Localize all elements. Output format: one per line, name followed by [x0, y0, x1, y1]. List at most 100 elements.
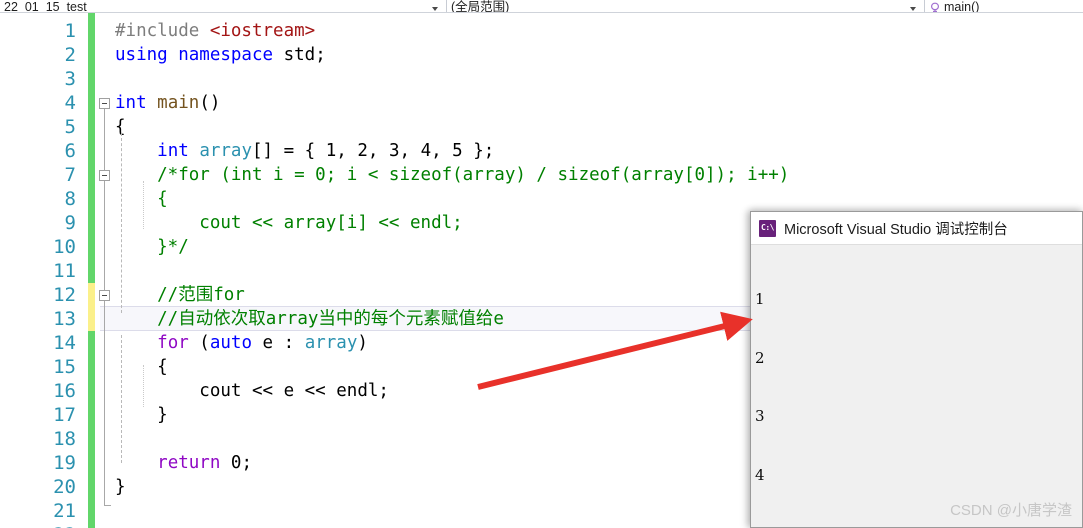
code-token: //自动依次取array当中的每个元素赋值给e	[115, 309, 504, 329]
code-line-19: return 0;	[115, 451, 252, 475]
code-token: #include	[115, 21, 210, 41]
console-output-line: 1	[755, 290, 765, 308]
fold-toggle-main[interactable]	[99, 98, 110, 109]
code-line-12: //范围for	[115, 283, 245, 307]
change-indicator-bar	[88, 13, 95, 528]
line-number: 1	[64, 20, 76, 42]
line-number: 6	[64, 140, 76, 162]
code-token: ;	[315, 45, 326, 65]
console-output-line: 5	[755, 524, 1082, 527]
code-line-4: int main()	[115, 91, 220, 115]
code-token: cout << array[i] << endl;	[115, 213, 463, 233]
line-number: 15	[53, 356, 76, 378]
chevron-down-icon[interactable]	[910, 7, 916, 11]
code-token: }	[115, 405, 168, 425]
code-token: cout << e << endl;	[115, 381, 389, 401]
block-structure-guide	[121, 335, 122, 463]
line-number: 8	[64, 188, 76, 210]
line-number: 12	[53, 284, 76, 306]
editor-navigation-bar: 22_01_15_test (全局范围) main()	[0, 0, 1083, 13]
line-number: 13	[53, 308, 76, 330]
code-token: main	[157, 93, 200, 113]
code-token: }*/	[115, 237, 189, 257]
line-number: 10	[53, 236, 76, 258]
debug-console-window[interactable]: C:\ Microsoft Visual Studio 调试控制台 1 2 3 …	[750, 211, 1083, 528]
line-number: 20	[53, 476, 76, 498]
chevron-down-icon[interactable]	[432, 7, 438, 11]
visual-studio-screenshot: 22_01_15_test (全局范围) main() 1 2 3 4 5 6 …	[0, 0, 1083, 528]
code-token: )	[357, 333, 368, 353]
code-line-17: }	[115, 403, 168, 427]
code-line-16: cout << e << endl;	[115, 379, 389, 403]
code-line-14: for (auto e : array)	[115, 331, 368, 355]
line-number: 18	[53, 428, 76, 450]
project-selector-dropdown[interactable]: 22_01_15_test	[0, 0, 447, 13]
fold-guide-line	[104, 109, 105, 505]
code-token: int	[115, 93, 147, 113]
indent-guide	[143, 365, 144, 407]
console-output-line: 2	[755, 348, 765, 367]
line-number: 3	[64, 68, 76, 90]
line-number: 17	[53, 404, 76, 426]
code-token: return	[157, 453, 221, 473]
scope-selector-label: (全局范围)	[451, 0, 510, 13]
fold-guide-end	[104, 505, 111, 506]
console-app-icon: C:\	[759, 219, 776, 237]
project-selector-label: 22_01_15_test	[4, 0, 87, 13]
code-token: for	[157, 333, 189, 353]
code-line-7: /*for (int i = 0; i < sizeof(array) / si…	[115, 163, 789, 187]
line-number: 11	[53, 260, 76, 282]
code-token: using namespace	[115, 45, 284, 65]
code-token: ()	[199, 93, 221, 113]
code-line-1: #include <iostream>	[115, 19, 315, 43]
console-output-line: 4	[755, 465, 765, 484]
line-number-gutter: 1 2 3 4 5 6 7 8 9 10 11 12 13 14 15 16 1…	[0, 13, 86, 528]
code-token: }	[115, 477, 126, 497]
code-line-15: {	[115, 355, 168, 379]
line-number: 19	[53, 452, 76, 474]
line-number: 4	[64, 92, 76, 114]
line-number: 2	[64, 44, 76, 66]
code-token: std	[283, 45, 316, 65]
csdn-watermark: CSDN @小唐学渣	[950, 501, 1072, 519]
method-icon	[929, 2, 941, 12]
code-token: e :	[252, 333, 305, 353]
console-title-bar[interactable]: C:\ Microsoft Visual Studio 调试控制台	[751, 212, 1082, 245]
console-title-label: Microsoft Visual Studio 调试控制台	[784, 221, 1008, 238]
fold-toggle-range-for[interactable]	[99, 290, 110, 301]
line-number: 22	[6, 523, 76, 528]
code-line-20: }	[115, 475, 126, 499]
change-bar-unsaved-segment	[88, 283, 95, 331]
code-token: <iostream>	[209, 21, 316, 41]
line-number: 21	[53, 500, 76, 522]
indent-guide	[143, 181, 144, 229]
block-structure-guide	[121, 133, 122, 313]
code-token: [] = { 1, 2, 3, 4, 5 };	[252, 141, 495, 161]
line-number: 16	[53, 380, 76, 402]
console-output-line: 3	[755, 407, 765, 425]
code-line-9: cout << array[i] << endl;	[115, 211, 463, 235]
code-line-6: int array[] = { 1, 2, 3, 4, 5 };	[115, 139, 494, 163]
code-line-2: using namespace std;	[115, 43, 326, 67]
line-number: 7	[64, 164, 76, 186]
code-token: {	[115, 357, 168, 377]
console-output-area[interactable]: 1 2 3 4 5 E:\程序人生\代码练习\2022_01_15_t 按任意键…	[751, 245, 1082, 527]
code-token: (	[188, 333, 210, 353]
member-selector-label: main()	[944, 0, 980, 13]
line-number: 14	[53, 332, 76, 354]
change-bar-saved-segment	[88, 331, 95, 528]
code-token: array	[304, 333, 358, 353]
scope-selector-dropdown[interactable]: (全局范围)	[447, 0, 925, 13]
fold-toggle-comment-block[interactable]	[99, 170, 110, 181]
code-token: auto	[209, 333, 252, 353]
change-bar-saved-segment	[88, 13, 95, 283]
code-token: int	[157, 141, 189, 161]
code-token: {	[115, 189, 168, 209]
member-selector-dropdown[interactable]: main()	[925, 0, 1083, 13]
code-token: //范围for	[115, 285, 245, 305]
console-icon-label: C:\	[761, 223, 774, 232]
code-token: 0;	[220, 453, 252, 473]
code-line-10: }*/	[115, 235, 189, 259]
